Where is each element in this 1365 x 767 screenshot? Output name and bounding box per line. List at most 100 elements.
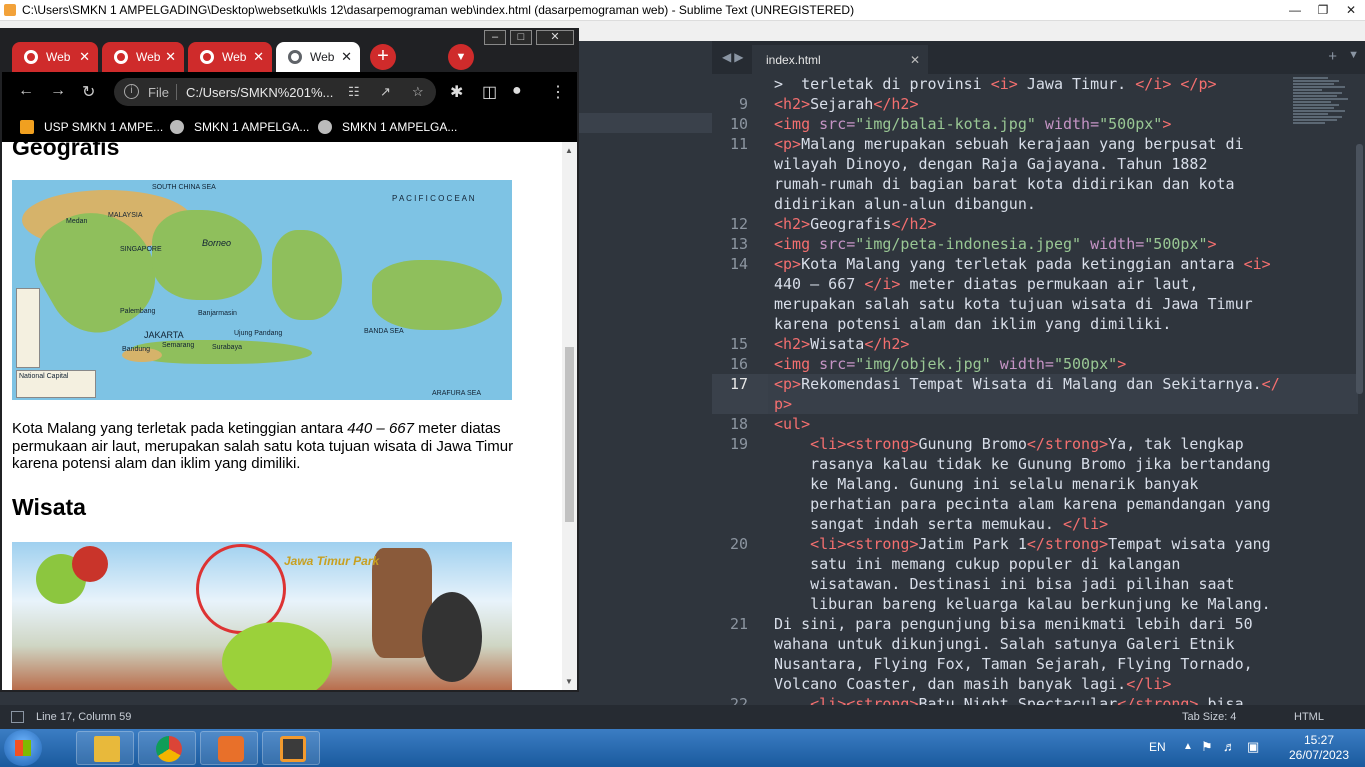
tab-index-html[interactable]: index.html ✕ [752,45,928,74]
code-line[interactable]: 440 – 667 </i> meter diatas permukaan ai… [774,274,1198,294]
reload-icon[interactable]: ↻ [82,82,95,102]
syntax-selector[interactable]: HTML [1294,711,1324,723]
chrome-tab-2[interactable]: Web ✕ [102,42,184,72]
extensions-icon[interactable]: ✱ [450,82,463,102]
code-token: "img/balai-kota.jpg" [855,115,1036,133]
code-token: wahana untuk dikunjungi. Salah satunya G… [774,635,1235,653]
code-line[interactable]: wilayah Dinoyo, dengan Raja Gajayana. Ta… [774,154,1207,174]
code-line[interactable]: p> [774,394,792,414]
editor-scrollbar[interactable] [1356,144,1363,394]
code-line[interactable]: didirikan alun-alun dibangun. [774,194,1036,214]
close-tab-icon[interactable]: ✕ [79,49,90,65]
close-tab-icon[interactable]: ✕ [253,49,264,65]
taskbar-pdf[interactable] [200,731,258,765]
code-line[interactable]: Di sini, para pengunjung bisa menikmati … [774,614,1253,634]
menu-kebab-icon[interactable]: ⋮ [550,82,566,102]
forward-icon[interactable]: → [50,82,66,100]
code-line[interactable]: <ul> [774,414,810,434]
tab-nav-arrows-icon[interactable]: ◀▶ [722,50,746,64]
code-line[interactable]: ke Malang. Gunung ini selalu menarik ban… [774,474,1198,494]
code-line[interactable]: liburan bareng keluarga kalau berkunjung… [774,594,1271,614]
code-line[interactable]: <p>Malang merupakan sebuah kerajaan yang… [774,134,1244,154]
code-line[interactable]: <p>Kota Malang yang terletak pada keting… [774,254,1271,274]
panel-toggle-icon[interactable] [11,711,24,723]
show-hidden-icons-icon[interactable]: ▲ [1183,741,1193,752]
code-line[interactable]: rasanya kalau tidak ke Gunung Bromo jika… [774,454,1271,474]
bookmark-3[interactable]: SMKN 1 AMPELGA... [318,120,457,134]
code-line[interactable]: > terletak di provinsi <i> Jawa Timur. <… [774,74,1217,94]
page-scrollbar[interactable]: ▲ ▼ [562,142,577,690]
chrome-close-button[interactable]: ✕ [536,30,574,45]
code-line[interactable]: <li><strong>Jatim Park 1</strong>Tempat … [774,534,1271,554]
code-line[interactable]: <h2>Wisata</h2> [774,334,909,354]
tab-search-button[interactable]: ▼ [448,44,474,70]
minimap[interactable] [1293,76,1351,176]
code-line[interactable]: merupakan salah satu kota tujuan wisata … [774,294,1253,314]
side-panel-icon[interactable]: ◫ [482,82,497,102]
code-line[interactable]: <img src="img/peta-indonesia.jpeg" width… [774,234,1217,254]
network-icon[interactable]: ▣ [1247,739,1259,755]
volume-icon[interactable]: ♬ [1223,739,1236,754]
close-button[interactable]: ✕ [1337,0,1365,20]
address-bar[interactable]: i File C:/Users/SMKN%201%... ☷ ↗ ☆ [114,78,436,106]
code-line[interactable]: karena potensi alam dan iklim yang dimil… [774,314,1171,334]
start-button[interactable] [4,730,42,766]
code-line[interactable]: sangat indah serta memukau. </li> [774,514,1108,534]
close-tab-icon[interactable]: ✕ [165,49,176,65]
code-editor[interactable]: 9 10 11 12 13 14 15 16 17 18 19 20 21 22 > terletak d… [712,74,1365,705]
profile-avatar-icon[interactable]: ● [512,82,522,100]
code-line[interactable]: satu ini memang cukup populer di kalanga… [774,554,1180,574]
scroll-down-icon[interactable]: ▼ [565,677,573,686]
code-token: Nusantara, Flying Fox, Taman Sejarah, Fl… [774,655,1253,673]
code-line[interactable]: <img src="img/objek.jpg" width="500px"> [774,354,1126,374]
tab-list-icon[interactable]: ▼ [1348,49,1359,61]
back-icon[interactable]: ← [18,82,34,100]
code-line[interactable]: <h2>Sejarah</h2> [774,94,919,114]
code-line[interactable]: <p>Rekomendasi Tempat Wisata di Malang d… [774,374,1280,394]
code-line[interactable]: wisatawan. Destinasi ini bisa jadi pilih… [774,574,1234,594]
close-tab-icon[interactable]: ✕ [910,53,920,67]
close-tab-icon[interactable]: ✕ [341,49,352,65]
minimize-button[interactable]: — [1281,0,1309,20]
scroll-up-icon[interactable]: ▲ [565,146,573,155]
chrome-maximize-button[interactable]: □ [510,30,532,45]
chrome-tab-3[interactable]: Web ✕ [188,42,272,72]
bookmark-1[interactable]: USP SMKN 1 AMPE... [20,120,163,134]
code-line[interactable]: <img src="img/balai-kota.jpg" width="500… [774,114,1171,134]
new-tab-icon[interactable]: + [1328,48,1337,65]
code-line[interactable]: rumah-rumah di bagian barat kota didirik… [774,174,1235,194]
chrome-tab-4-active[interactable]: Web ✕ [276,42,360,72]
webpage-viewport[interactable]: Geografis National Capital SOUTH CHINA S… [2,142,562,690]
code-line[interactable]: <li><strong>Batu Night Spectacular</stro… [774,694,1244,705]
line-number [712,474,768,494]
taskbar-explorer[interactable] [76,731,134,765]
translate-icon[interactable]: ☷ [348,84,360,100]
map-label: P A C I F I C O C E A N [392,194,475,203]
scroll-thumb[interactable] [565,347,574,522]
info-icon[interactable]: i [124,84,139,99]
share-icon[interactable]: ↗ [380,84,391,100]
code-token: <strong> [846,435,919,453]
code-token: src= [819,115,856,133]
taskbar-chrome[interactable] [138,731,196,765]
maximize-button[interactable]: ❐ [1309,0,1337,20]
map-label: SOUTH CHINA SEA [152,184,216,191]
bookmark-star-icon[interactable]: ☆ [412,84,424,100]
bookmark-2[interactable]: SMKN 1 AMPELGA... [170,120,309,134]
language-indicator[interactable]: EN [1149,740,1166,754]
code-line[interactable]: Volcano Coaster, dan masih banyak lagi.<… [774,674,1171,694]
tab-size-selector[interactable]: Tab Size: 4 [1182,711,1236,723]
chrome-minimize-button[interactable]: – [484,30,506,45]
taskbar-sublime[interactable] [262,731,320,765]
new-tab-button[interactable]: + [370,44,396,70]
code-line[interactable]: perhatian para pecinta alam karena peman… [774,494,1271,514]
clock[interactable]: 15:27 26/07/2023 [1281,733,1357,763]
code-line[interactable]: wahana untuk dikunjungi. Salah satunya G… [774,634,1235,654]
code-line[interactable]: <li><strong>Gunung Bromo</strong>Ya, tak… [774,434,1244,454]
action-center-flag-icon[interactable]: ⚑ [1201,739,1213,755]
chrome-tab-1[interactable]: Web ✕ [12,42,98,72]
code-line[interactable]: <h2>Geografis</h2> [774,214,937,234]
address-url[interactable]: C:/Users/SMKN%201%... [186,85,333,100]
divider [176,84,177,100]
code-line[interactable]: Nusantara, Flying Fox, Taman Sejarah, Fl… [774,654,1253,674]
